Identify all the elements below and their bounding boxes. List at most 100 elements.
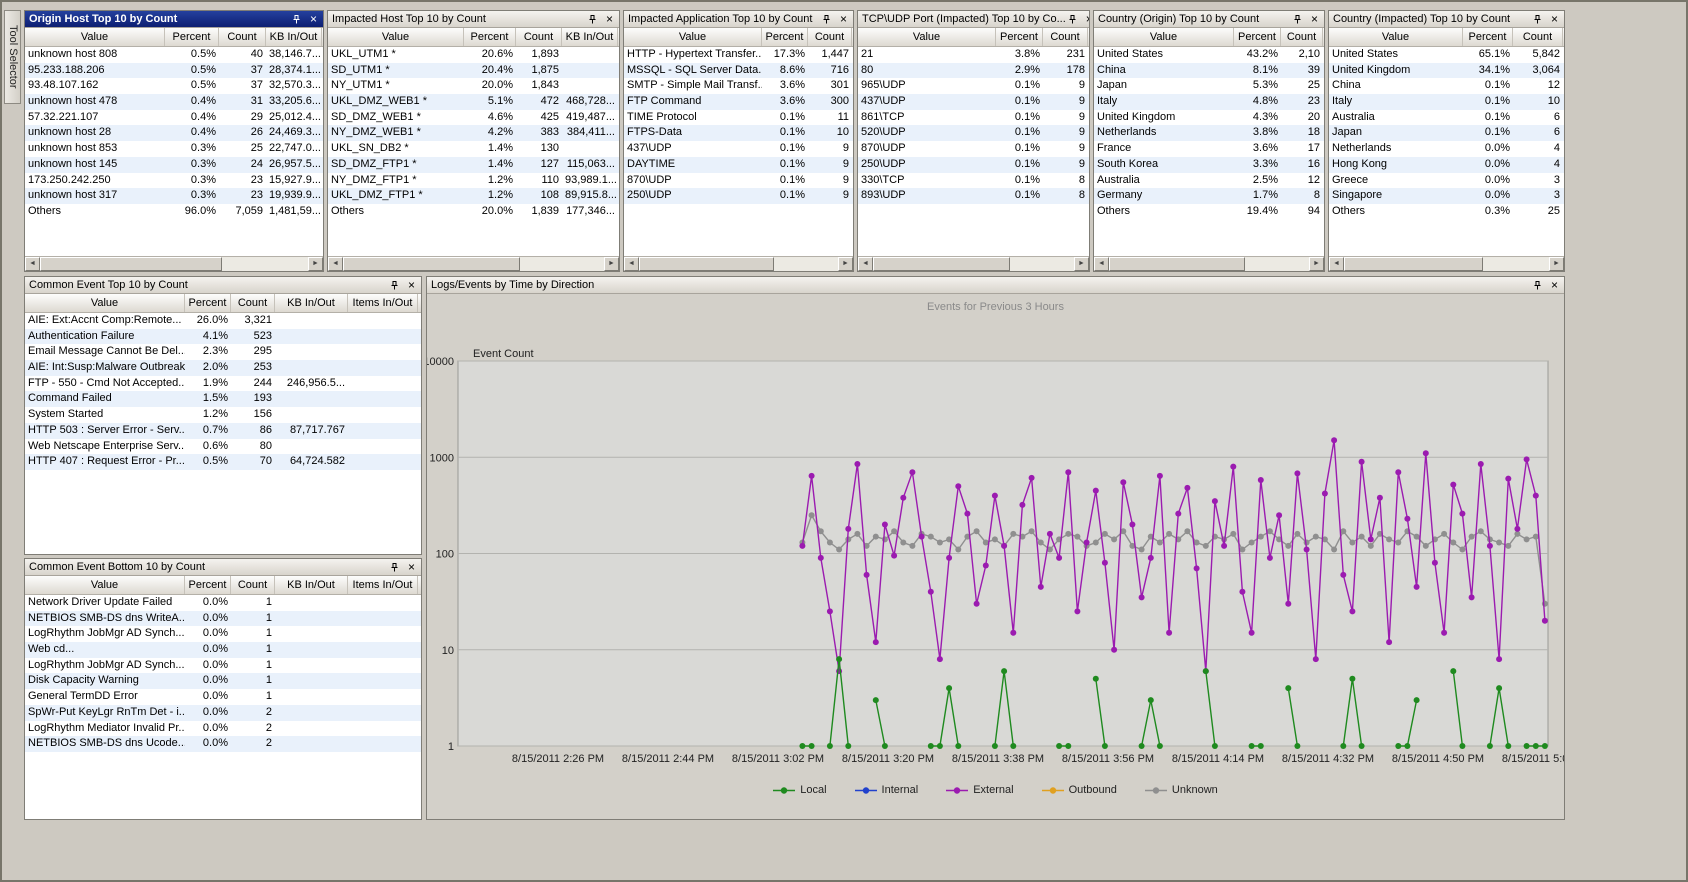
column-header-value[interactable]: Value xyxy=(624,28,762,46)
table-row[interactable]: Japan5.3%25 xyxy=(1094,78,1324,94)
column-header-value[interactable]: Value xyxy=(1329,28,1463,46)
table-row[interactable]: General TermDD Error0.0%1 xyxy=(25,689,421,705)
table-row[interactable]: South Korea3.3%16 xyxy=(1094,157,1324,173)
scroll-thumb[interactable] xyxy=(40,257,222,271)
table-row[interactable]: UKL_UTM1 *20.6%1,893 xyxy=(328,47,619,63)
scroll-track[interactable] xyxy=(639,257,838,271)
scroll-left-icon[interactable]: ◄ xyxy=(624,257,639,271)
column-header-count[interactable]: Count xyxy=(231,294,275,312)
close-icon[interactable]: × xyxy=(405,561,418,574)
table-row[interactable]: Others19.4%94 xyxy=(1094,204,1324,220)
table-row[interactable]: 213.8%231 xyxy=(858,47,1089,63)
panel-titlebar[interactable]: Origin Host Top 10 by Count × xyxy=(25,11,323,28)
table-row[interactable]: SD_UTM1 *20.4%1,875 xyxy=(328,63,619,79)
column-header-kb-in-out[interactable]: KB In/Out xyxy=(266,28,322,46)
scroll-left-icon[interactable]: ◄ xyxy=(328,257,343,271)
column-header-value[interactable]: Value xyxy=(328,28,464,46)
column-header-kb-in-out[interactable]: KB In/Out xyxy=(275,294,348,312)
column-header-value[interactable]: Value xyxy=(25,576,185,594)
column-header-count[interactable]: Count xyxy=(1043,28,1088,46)
panel-titlebar[interactable]: Impacted Application Top 10 by Count × xyxy=(624,11,853,28)
pin-icon[interactable] xyxy=(388,561,401,574)
column-header-kb-in-out[interactable]: KB In/Out xyxy=(275,576,348,594)
table-row[interactable]: China0.1%12 xyxy=(1329,78,1564,94)
horizontal-scrollbar[interactable]: ◄► xyxy=(328,256,619,271)
scroll-right-icon[interactable]: ► xyxy=(1309,257,1324,271)
table-row[interactable]: Hong Kong0.0%4 xyxy=(1329,157,1564,173)
table-row[interactable]: HTTP 503 : Server Error - Serv...0.7%868… xyxy=(25,423,421,439)
table-row[interactable]: unknown host 1450.3%2426,957.5... xyxy=(25,157,323,173)
table-row[interactable]: NY_UTM1 *20.0%1,843 xyxy=(328,78,619,94)
close-icon[interactable]: × xyxy=(1548,13,1561,26)
column-header-count[interactable]: Count xyxy=(808,28,852,46)
table-row[interactable]: Netherlands0.0%4 xyxy=(1329,141,1564,157)
table-row[interactable]: Authentication Failure4.1%523 xyxy=(25,329,421,345)
table-row[interactable]: 965\UDP0.1%9 xyxy=(858,78,1089,94)
column-header-count[interactable]: Count xyxy=(231,576,275,594)
table-row[interactable]: China8.1%39 xyxy=(1094,63,1324,79)
table-row[interactable]: 330\TCP0.1%8 xyxy=(858,173,1089,189)
table-row[interactable]: NY_DMZ_WEB1 *4.2%383384,411... xyxy=(328,125,619,141)
table-row[interactable]: 250\UDP0.1%9 xyxy=(624,188,853,204)
column-header-value[interactable]: Value xyxy=(858,28,996,46)
table-row[interactable]: Others96.0%7,0591,481,59... xyxy=(25,204,323,220)
panel-titlebar[interactable]: TCP\UDP Port (Impacted) Top 10 by Co... … xyxy=(858,11,1089,28)
pin-icon[interactable] xyxy=(820,13,833,26)
table-row[interactable]: SD_DMZ_WEB1 *4.6%425419,487... xyxy=(328,110,619,126)
table-row[interactable]: Italy0.1%10 xyxy=(1329,94,1564,110)
column-header-percent[interactable]: Percent xyxy=(464,28,516,46)
table-row[interactable]: Greece0.0%3 xyxy=(1329,173,1564,189)
table-row[interactable]: NY_DMZ_FTP1 *1.2%11093,989.1... xyxy=(328,173,619,189)
column-header-percent[interactable]: Percent xyxy=(185,294,231,312)
scroll-track[interactable] xyxy=(1109,257,1309,271)
panel-titlebar[interactable]: Country (Impacted) Top 10 by Count × xyxy=(1329,11,1564,28)
table-row[interactable]: Disk Capacity Warning0.0%1 xyxy=(25,673,421,689)
horizontal-scrollbar[interactable]: ◄► xyxy=(1329,256,1564,271)
scroll-thumb[interactable] xyxy=(873,257,1010,271)
table-row[interactable]: LogRhythm JobMgr AD Synch...0.0%1 xyxy=(25,658,421,674)
pin-icon[interactable] xyxy=(1291,13,1304,26)
scroll-track[interactable] xyxy=(40,257,308,271)
panel-titlebar[interactable]: Logs/Events by Time by Direction × xyxy=(427,277,1564,294)
table-row[interactable]: System Started1.2%156 xyxy=(25,407,421,423)
table-row[interactable]: AIE: Ext:Accnt Comp:Remote...26.0%3,321 xyxy=(25,313,421,329)
tool-selector-tab[interactable]: Tool Selector xyxy=(4,10,21,104)
close-icon[interactable]: × xyxy=(837,13,850,26)
table-row[interactable]: unknown host 8080.5%4038,146.7... xyxy=(25,47,323,63)
table-row[interactable]: 802.9%178 xyxy=(858,63,1089,79)
column-header-percent[interactable]: Percent xyxy=(762,28,808,46)
scroll-right-icon[interactable]: ► xyxy=(604,257,619,271)
table-row[interactable]: United Kingdom4.3%20 xyxy=(1094,110,1324,126)
table-row[interactable]: SpWr-Put KeyLgr RnTm Det - i...0.0%2 xyxy=(25,705,421,721)
table-row[interactable]: 893\UDP0.1%8 xyxy=(858,188,1089,204)
close-icon[interactable]: × xyxy=(405,279,418,292)
scroll-thumb[interactable] xyxy=(343,257,520,271)
column-header-value[interactable]: Value xyxy=(25,28,165,46)
table-row[interactable]: Australia0.1%6 xyxy=(1329,110,1564,126)
table-row[interactable]: United Kingdom34.1%3,064 xyxy=(1329,63,1564,79)
table-row[interactable]: 520\UDP0.1%9 xyxy=(858,125,1089,141)
scroll-right-icon[interactable]: ► xyxy=(838,257,853,271)
table-row[interactable]: LogRhythm JobMgr AD Synch...0.0%1 xyxy=(25,626,421,642)
column-header-count[interactable]: Count xyxy=(219,28,266,46)
table-row[interactable]: 861\TCP0.1%9 xyxy=(858,110,1089,126)
scroll-left-icon[interactable]: ◄ xyxy=(1329,257,1344,271)
table-row[interactable]: 437\UDP0.1%9 xyxy=(858,94,1089,110)
close-icon[interactable]: × xyxy=(307,13,320,26)
table-row[interactable]: SMTP - Simple Mail Transf...3.6%301 xyxy=(624,78,853,94)
scroll-track[interactable] xyxy=(343,257,604,271)
table-row[interactable]: unknown host 3170.3%2319,939.9... xyxy=(25,188,323,204)
table-row[interactable]: FTP - 550 - Cmd Not Accepted...1.9%24424… xyxy=(25,376,421,392)
table-row[interactable]: NETBIOS SMB-DS dns Ucode...0.0%2 xyxy=(25,736,421,752)
legend-item-internal[interactable]: Internal xyxy=(855,784,919,796)
pin-icon[interactable] xyxy=(586,13,599,26)
scroll-right-icon[interactable]: ► xyxy=(308,257,323,271)
scroll-thumb[interactable] xyxy=(639,257,774,271)
table-row[interactable]: UKL_DMZ_FTP1 *1.2%10889,915.8... xyxy=(328,188,619,204)
close-icon[interactable]: × xyxy=(1308,13,1321,26)
column-header-value[interactable]: Value xyxy=(25,294,185,312)
table-row[interactable]: FTPS-Data0.1%10 xyxy=(624,125,853,141)
table-row[interactable]: Netherlands3.8%18 xyxy=(1094,125,1324,141)
panel-titlebar[interactable]: Impacted Host Top 10 by Count × xyxy=(328,11,619,28)
table-row[interactable]: unknown host 4780.4%3133,205.6... xyxy=(25,94,323,110)
